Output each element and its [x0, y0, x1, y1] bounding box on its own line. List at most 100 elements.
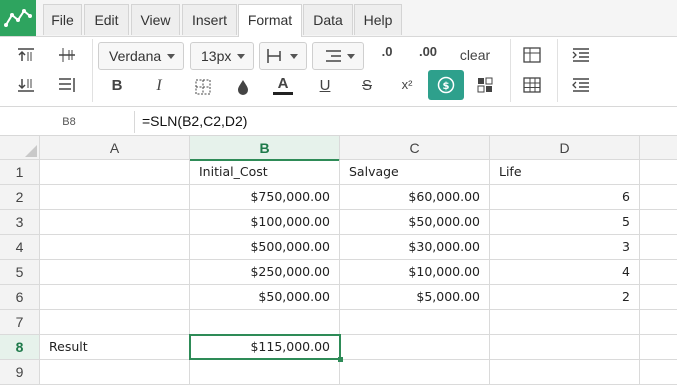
cell-c2[interactable]: $60,000.00 [340, 185, 490, 210]
cell-b6[interactable]: $50,000.00 [190, 285, 340, 310]
cell-b3[interactable]: $100,000.00 [190, 210, 340, 235]
merge-cells-icon[interactable] [474, 74, 496, 96]
fill-handle[interactable] [338, 357, 343, 362]
table-icon[interactable] [521, 44, 543, 66]
cell-e3[interactable] [640, 210, 677, 235]
cell-c5[interactable]: $10,000.00 [340, 260, 490, 285]
border-grid-icon[interactable] [192, 76, 214, 98]
fill-color-icon[interactable] [232, 76, 254, 98]
chevron-down-icon [290, 54, 298, 59]
row-header-5[interactable]: 5 [0, 260, 40, 285]
cell-e2[interactable] [640, 185, 677, 210]
cell-a2[interactable] [40, 185, 190, 210]
cell-a3[interactable] [40, 210, 190, 235]
row-header-1[interactable]: 1 [0, 160, 40, 185]
align-middle-icon[interactable] [56, 44, 78, 66]
row-header-6[interactable]: 6 [0, 285, 40, 310]
cell-c3[interactable]: $50,000.00 [340, 210, 490, 235]
column-header-a[interactable]: A [40, 136, 190, 160]
row-header-4[interactable]: 4 [0, 235, 40, 260]
cell-b2[interactable]: $750,000.00 [190, 185, 340, 210]
row-header-8[interactable]: 8 [0, 335, 40, 360]
cell-a4[interactable] [40, 235, 190, 260]
column-header-d[interactable]: D [490, 136, 640, 160]
indent-increase-icon[interactable] [570, 44, 592, 66]
align-top-icon[interactable] [15, 44, 37, 66]
menu-edit[interactable]: Edit [84, 4, 129, 35]
cell-e7[interactable] [640, 310, 677, 335]
cell-d7[interactable] [490, 310, 640, 335]
cell-c1[interactable]: Salvage [340, 160, 490, 185]
column-header-e[interactable] [640, 136, 677, 160]
decimal-increase-button[interactable]: .00 [414, 44, 442, 59]
cell-d4[interactable]: 3 [490, 235, 640, 260]
menu-data[interactable]: Data [303, 4, 353, 35]
cell-d9[interactable] [490, 360, 640, 385]
font-size-select[interactable]: 13px [190, 42, 254, 70]
select-all-corner[interactable] [0, 136, 40, 160]
strikethrough-button[interactable]: S [357, 77, 377, 94]
text-color-button[interactable]: A [273, 75, 293, 95]
chevron-down-icon [237, 54, 245, 59]
column-header-b[interactable]: B [190, 136, 340, 161]
cell-b7[interactable] [190, 310, 340, 335]
cell-e9[interactable] [640, 360, 677, 385]
cell-c4[interactable]: $30,000.00 [340, 235, 490, 260]
bold-button[interactable]: B [108, 77, 126, 94]
cell-e6[interactable] [640, 285, 677, 310]
cell-c8[interactable] [340, 335, 490, 360]
currency-format-button[interactable]: $ [428, 70, 464, 100]
menu-view[interactable]: View [131, 4, 180, 35]
cell-c9[interactable] [340, 360, 490, 385]
indent-decrease-icon[interactable] [570, 74, 592, 96]
menu-help[interactable]: Help [354, 4, 402, 35]
menu-file[interactable]: File [43, 4, 82, 35]
cell-d1[interactable]: Life [490, 160, 640, 185]
cell-d2[interactable]: 6 [490, 185, 640, 210]
cell-b9[interactable] [190, 360, 340, 385]
font-family-select[interactable]: Verdana [98, 42, 184, 70]
cell-e8[interactable] [640, 335, 677, 360]
active-cell-selection[interactable] [189, 334, 341, 360]
cell-a6[interactable] [40, 285, 190, 310]
cell-d3[interactable]: 5 [490, 210, 640, 235]
cell-a5[interactable] [40, 260, 190, 285]
chevron-down-icon [347, 54, 355, 59]
cell-b1[interactable]: Initial_Cost [190, 160, 340, 185]
text-wrap-icon[interactable] [56, 74, 78, 96]
horizontal-align-select[interactable] [259, 42, 307, 70]
cell-e1[interactable] [640, 160, 677, 185]
row-header-7[interactable]: 7 [0, 310, 40, 335]
cell-d6[interactable]: 2 [490, 285, 640, 310]
decimal-increase-label: .00 [418, 44, 438, 59]
cell-e4[interactable] [640, 235, 677, 260]
text-align-select[interactable] [312, 42, 364, 70]
grid-icon[interactable] [521, 74, 543, 96]
cell-a9[interactable] [40, 360, 190, 385]
cell-c7[interactable] [340, 310, 490, 335]
decimal-decrease-button[interactable]: .0 [375, 44, 399, 59]
formula-input[interactable]: =SLN(B2,C2,D2) [142, 110, 247, 132]
menu-format[interactable]: Format [238, 4, 302, 37]
text-color-swatch [273, 92, 293, 95]
cell-b4[interactable]: $500,000.00 [190, 235, 340, 260]
row-header-2[interactable]: 2 [0, 185, 40, 210]
cell-c6[interactable]: $5,000.00 [340, 285, 490, 310]
cell-reference-box[interactable]: B8 [4, 111, 135, 133]
italic-button[interactable]: I [150, 77, 168, 95]
align-bottom-icon[interactable] [15, 74, 37, 96]
cell-e5[interactable] [640, 260, 677, 285]
row-header-9[interactable]: 9 [0, 360, 40, 385]
underline-button[interactable]: U [315, 77, 335, 94]
cell-b5[interactable]: $250,000.00 [190, 260, 340, 285]
cell-a1[interactable] [40, 160, 190, 185]
column-header-c[interactable]: C [340, 136, 490, 160]
menu-insert[interactable]: Insert [182, 4, 237, 35]
cell-d8[interactable] [490, 335, 640, 360]
cell-d5[interactable]: 4 [490, 260, 640, 285]
cell-a7[interactable] [40, 310, 190, 335]
clear-format-button[interactable]: clear [455, 47, 495, 63]
cell-a8[interactable]: Result [40, 335, 190, 360]
row-header-3[interactable]: 3 [0, 210, 40, 235]
superscript-button[interactable]: x² [396, 77, 418, 92]
